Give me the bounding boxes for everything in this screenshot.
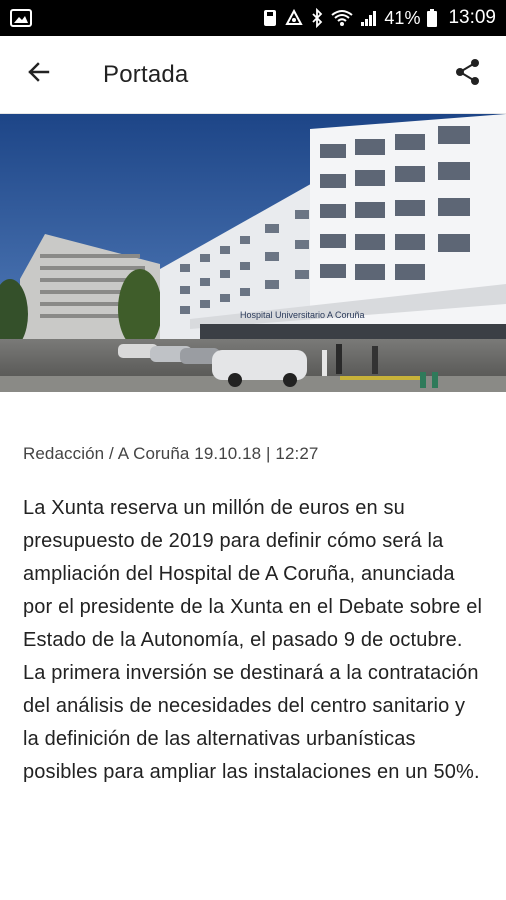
- hospital-sign: Hospital Universitario A Coruña: [240, 310, 365, 320]
- status-bar: 41% 13:09: [0, 0, 506, 36]
- wifi-icon: [330, 8, 354, 28]
- article-byline: Redacción / A Coruña 19.10.18 | 12:27: [23, 444, 319, 463]
- share-icon: [454, 58, 482, 91]
- article: Redacción / A Coruña 19.10.18 | 12:27 La…: [23, 392, 483, 789]
- app-bar: Portada: [0, 36, 506, 114]
- nfc-icon: [284, 8, 304, 28]
- signal-icon: [360, 8, 378, 28]
- clock: 13:09: [448, 7, 496, 28]
- page-title: Portada: [103, 60, 189, 88]
- back-button[interactable]: [13, 49, 65, 101]
- arrow-back-icon: [26, 59, 52, 90]
- save-icon: [262, 8, 278, 28]
- bluetooth-icon: [310, 8, 324, 28]
- battery-icon: [426, 8, 438, 28]
- image-icon: [10, 8, 32, 28]
- article-body: La Xunta reserva un millón de euros en s…: [23, 497, 483, 783]
- share-button[interactable]: [442, 49, 494, 101]
- battery-percent: 41%: [384, 7, 421, 28]
- hero-image: Hospital Universitario A Coruña: [0, 114, 506, 392]
